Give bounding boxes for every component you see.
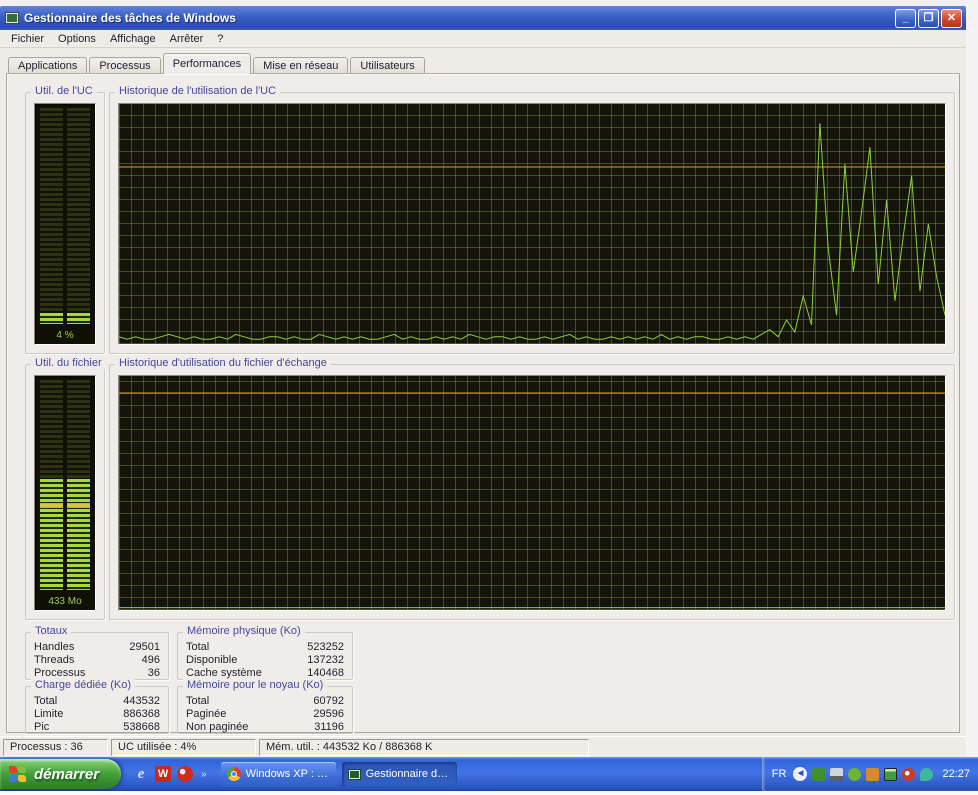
start-button[interactable]: démarrer (0, 759, 122, 789)
system-tray: FR ◄ 22:27 (762, 757, 978, 791)
stat-label: Disponible (186, 654, 238, 666)
stat-value: 137232 (307, 654, 344, 666)
title-bar: Gestionnaire des tâches de Windows _ ❐ ✕ (0, 6, 966, 30)
taskbar-button-task-manager[interactable]: Gestionnaire des tâch... (341, 761, 457, 787)
stat-value: 496 (141, 654, 160, 666)
close-button[interactable]: ✕ (941, 8, 962, 28)
taskbar-button-browser-window[interactable]: Windows XP : ne dém... (220, 761, 336, 787)
pagefile-history-line (119, 376, 945, 610)
stat-label: Pic (34, 721, 50, 733)
menu-fichier[interactable]: Fichier (4, 31, 51, 47)
tab-processus[interactable]: Processus (89, 57, 161, 74)
w-app-icon[interactable]: W (155, 766, 172, 782)
commit-charge-group-caption: Charge dédiée (Ko) (31, 679, 136, 691)
stat-label: Paginée (186, 708, 227, 720)
stat-value: 60792 (313, 695, 344, 707)
task-manager-app-icon (5, 12, 19, 24)
tray-icon-3[interactable] (848, 767, 862, 781)
pagefile-history-group-caption: Historique d'utilisation du fichier d'éc… (115, 357, 331, 369)
cpu-history-graph (118, 103, 946, 345)
tray-collapse-chevron-icon[interactable]: ◄ (793, 767, 808, 781)
photo-margin-bottom (0, 791, 978, 795)
cpu-usage-value: 4 % (56, 330, 74, 341)
tray-icon-4[interactable] (866, 767, 880, 781)
stat-label: Total (34, 695, 58, 707)
stat-value: 29596 (313, 708, 344, 720)
pagefile-history-graph (118, 375, 946, 611)
cpu-usage-group-caption: Util. de l'UC (31, 85, 97, 97)
commit-charge-group: Charge dédiée (Ko) Total 443532 Limite 886… (25, 679, 169, 734)
pagefile-usage-gauge: 433 Mo (34, 375, 96, 611)
stat-label: Limite (34, 708, 64, 720)
status-processes: Processus : 36 (3, 739, 108, 756)
taskbar-buttons: Windows XP : ne dém... Gestionnaire des … (220, 761, 457, 787)
start-button-label: démarrer (34, 765, 100, 783)
stat-value: 36 (147, 667, 160, 679)
tray-icon-1[interactable] (812, 767, 826, 781)
language-indicator[interactable]: FR (772, 768, 787, 780)
tab-performances[interactable]: Performances (162, 53, 252, 74)
menu-affichage[interactable]: Affichage (103, 31, 163, 47)
stat-value: 538668 (123, 721, 160, 733)
stat-value: 523252 (307, 641, 344, 653)
quick-launch-overflow-chevron[interactable]: » (201, 769, 207, 780)
stat-label: Total (186, 695, 210, 707)
stat-label: Non paginée (186, 721, 249, 733)
taskbar-clock: 22:27 (942, 768, 970, 780)
tab-utilisateurs[interactable]: Utilisateurs (350, 57, 425, 74)
minimize-button[interactable]: _ (895, 8, 916, 28)
restore-button[interactable]: ❐ (918, 8, 939, 28)
tray-icon-7[interactable] (920, 767, 934, 781)
status-bar: Processus : 36 UC utilisée : 4% Mém. uti… (0, 736, 966, 757)
physical-memory-group-caption: Mémoire physique (Ko) (183, 625, 305, 637)
cpu-history-group: Historique de l'utilisation de l'UC (109, 85, 955, 354)
tray-icon-display[interactable] (830, 767, 844, 781)
windows-flag-icon (9, 766, 26, 782)
kernel-memory-group: Mémoire pour le noyau (Ko) Total 60792 Pa… (177, 679, 353, 734)
status-memory-usage: Mém. util. : 443532 Ko / 886368 K (259, 739, 589, 756)
stat-value: 29501 (129, 641, 160, 653)
tray-icon-6[interactable] (902, 767, 916, 781)
status-cpu-usage: UC utilisée : 4% (111, 739, 256, 756)
pagefile-usage-value: 433 Mo (48, 596, 82, 607)
physical-memory-group: Mémoire physique (Ko) Total 523252 Dispon… (177, 625, 353, 680)
tab-strip: Applications Processus Performances Mise… (8, 53, 427, 74)
tray-icon-battery[interactable] (884, 767, 898, 781)
window-title: Gestionnaire des tâches de Windows (24, 11, 236, 25)
stat-label: Threads (34, 654, 75, 666)
tab-applications[interactable]: Applications (8, 57, 88, 74)
pagefile-history-group: Historique d'utilisation du fichier d'éc… (109, 357, 955, 620)
internet-explorer-icon[interactable]: e (133, 766, 149, 782)
chrome-icon (226, 767, 241, 781)
taskbar: démarrer e W » Windows XP : ne dém... Ge… (0, 757, 978, 791)
quick-launch-bar: e W » (133, 766, 207, 782)
stat-label: Handles (34, 641, 75, 653)
desktop-screen: Gestionnaire des tâches de Windows _ ❐ ✕… (0, 0, 978, 795)
cpu-history-group-caption: Historique de l'utilisation de l'UC (115, 85, 281, 97)
pagefile-usage-group: Util. du fichier 433 Mo (25, 357, 106, 620)
browser-icon[interactable] (177, 766, 194, 782)
kernel-memory-group-caption: Mémoire pour le noyau (Ko) (183, 679, 328, 691)
totals-group-caption: Totaux (31, 625, 72, 637)
menu-options[interactable]: Options (51, 31, 103, 47)
pagefile-usage-group-caption: Util. du fichier (31, 357, 106, 369)
tab-mise-en-reseau[interactable]: Mise en réseau (253, 57, 349, 74)
menu-aide[interactable]: ? (210, 31, 230, 47)
cpu-usage-gauge: 4 % (34, 103, 96, 345)
stat-value: 31196 (314, 721, 344, 733)
menu-bar: Fichier Options Affichage Arrêter ? (0, 30, 966, 48)
stat-value: 886368 (123, 708, 160, 720)
stat-value: 443532 (123, 695, 160, 707)
cpu-usage-group: Util. de l'UC 4 % (25, 85, 105, 354)
stat-label: Total (186, 641, 210, 653)
menu-arreter[interactable]: Arrêter (163, 31, 211, 47)
photo-margin-right (966, 0, 978, 757)
task-manager-icon (347, 768, 361, 780)
performance-tab-page: Util. de l'UC 4 % Historique de l'utilis… (6, 73, 960, 734)
totals-group: Totaux Handles 29501 Threads 496 Processus… (25, 625, 169, 680)
cpu-history-line (119, 104, 945, 344)
